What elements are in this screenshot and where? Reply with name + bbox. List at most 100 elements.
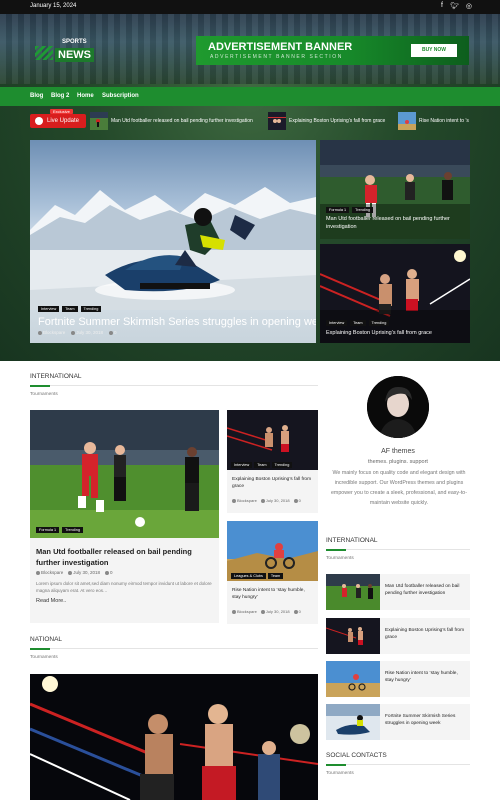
- boxing-ring-illustration: [30, 674, 318, 800]
- boxing-thumb: [326, 618, 380, 654]
- national-article-image[interactable]: [30, 674, 318, 800]
- logo-stripes: [35, 46, 53, 60]
- instagram-icon[interactable]: ◎: [466, 2, 472, 10]
- article-title[interactable]: Man Utd footballer released on bail pend…: [36, 546, 214, 568]
- ticker-thumb-3[interactable]: [398, 112, 416, 130]
- nav-item-subscription[interactable]: Subscription: [102, 93, 139, 99]
- article-excerpt: Lorem ipsum dolor sit amet,sed diam nonu…: [36, 581, 212, 593]
- author[interactable]: Blockspare: [36, 570, 63, 575]
- thumb-image: [326, 618, 380, 654]
- twitter-icon[interactable]: 🐦︎: [450, 2, 459, 10]
- sidebar-item-title[interactable]: Fortnite Summer Skirmish Series struggle…: [385, 713, 467, 727]
- author-tagline: themes. plugins. support: [368, 459, 428, 465]
- ad-title: ADVERTISEMENT BANNER: [208, 41, 353, 53]
- article-title[interactable]: Explaining Boston Uprising’s fall from g…: [232, 476, 314, 490]
- tag[interactable]: Trending: [368, 320, 390, 326]
- live-update-label: Live Update: [47, 118, 80, 124]
- tag[interactable]: Team: [62, 306, 78, 312]
- tag[interactable]: Formula 1: [326, 207, 350, 213]
- nav-item-home[interactable]: Home: [77, 93, 94, 99]
- live-dot-icon: [35, 117, 43, 125]
- comments[interactable]: 0: [293, 498, 301, 503]
- ticker-item[interactable]: Rise Nation intent to ’s: [419, 112, 469, 130]
- article-card[interactable]: Leagues & Clubs Team Rise Nation intent …: [227, 521, 318, 624]
- tag[interactable]: Interview: [326, 320, 348, 326]
- buy-now-button[interactable]: BUY NOW: [411, 44, 457, 57]
- tag[interactable]: Trending: [62, 527, 83, 533]
- comment-icon: [293, 609, 298, 614]
- user-icon: [232, 498, 236, 503]
- ticker-thumb-2[interactable]: [268, 112, 286, 130]
- comments[interactable]: 0: [109, 330, 117, 335]
- comment-icon: [293, 498, 298, 503]
- snowmobile-rider-illustration: [95, 208, 255, 300]
- tag[interactable]: Leagues & Clubs: [231, 573, 266, 579]
- date: July 30, 2018: [260, 609, 290, 614]
- sidebar-list-item[interactable]: Rise Nation intent to ‘stay humble, stay…: [326, 661, 470, 697]
- tag[interactable]: Team: [350, 320, 366, 326]
- section-divider: [30, 384, 318, 387]
- site-logo[interactable]: SPORTS NEWS: [35, 38, 94, 64]
- author-name[interactable]: AF themes: [326, 448, 470, 455]
- tag[interactable]: Formula 1: [36, 527, 60, 533]
- ticker-thumb-1[interactable]: [90, 112, 108, 130]
- tag[interactable]: Team: [254, 462, 270, 468]
- sidebar-list-item[interactable]: Man Utd footballer released on bail pend…: [326, 574, 470, 610]
- tag[interactable]: Team: [267, 573, 284, 579]
- sidebar-item-title[interactable]: Man Utd footballer released on bail pend…: [385, 583, 467, 597]
- sidebar-list-item[interactable]: Fortnite Summer Skirmish Series struggle…: [326, 704, 470, 740]
- featured-meta: Blockspare July 30, 2018 0: [38, 330, 117, 335]
- user-icon: [232, 609, 236, 614]
- logo-big-text: NEWS: [55, 48, 94, 62]
- article-card[interactable]: Formula 1 Trending Man Utd footballer re…: [30, 410, 219, 623]
- current-date: January 15, 2024: [30, 3, 77, 9]
- tag[interactable]: Interview: [231, 462, 253, 468]
- featured-tags: Interview Team Trending: [38, 306, 102, 312]
- author-avatar[interactable]: [367, 376, 429, 438]
- motocross-illustration: [227, 521, 318, 581]
- article-tags: Leagues & Clubs Team: [231, 573, 284, 579]
- tag[interactable]: Trending: [80, 306, 102, 312]
- sidebar-item-title[interactable]: Rise Nation intent to ‘stay humble, stay…: [385, 670, 467, 684]
- live-ticker: Live Update Exclusive Man Utd footballer…: [30, 109, 470, 130]
- side-card-title[interactable]: Explaining Boston Uprising’s fall from g…: [326, 329, 466, 337]
- logo-small-text: SPORTS: [62, 39, 87, 45]
- clock-icon: [260, 609, 265, 614]
- comments[interactable]: 0: [105, 570, 113, 575]
- sidebar-list-item[interactable]: Explaining Boston Uprising’s fall from g…: [326, 618, 470, 654]
- tag[interactable]: Interview: [38, 306, 60, 312]
- sidebar-item-title[interactable]: Explaining Boston Uprising’s fall from g…: [385, 627, 467, 641]
- main-nav: Blog Blog 2 Home Subscription: [0, 87, 500, 106]
- boxing-illustration: [227, 410, 318, 470]
- social-links: f 🐦︎ ◎: [441, 2, 472, 10]
- side-card-tags: Interview Team Trending: [326, 320, 390, 326]
- ticker-item[interactable]: Explaining Boston Uprising’s fall from g…: [289, 112, 385, 130]
- side-card[interactable]: Interview Team Trending Explaining Bosto…: [320, 244, 470, 343]
- read-more-link[interactable]: Read More..: [36, 598, 66, 604]
- article-card[interactable]: Interview Team Trending Explaining Bosto…: [227, 410, 318, 513]
- featured-post[interactable]: Interview Team Trending Fortnite Summer …: [30, 140, 316, 343]
- user-icon: [38, 330, 42, 335]
- article-meta: Blockspare July 30, 2018 0: [36, 570, 113, 575]
- facebook-icon[interactable]: f: [441, 2, 443, 10]
- side-card[interactable]: Formula 1 Trending Man Utd footballer re…: [320, 140, 470, 239]
- nav-item-blog[interactable]: Blog: [30, 93, 43, 99]
- side-card-title[interactable]: Man Utd footballer released on bail pend…: [326, 215, 466, 231]
- side-card-tags: Formula 1 Trending: [326, 207, 373, 213]
- ticker-item[interactable]: Man Utd footballer released on bail pend…: [111, 112, 253, 130]
- user-icon: [36, 570, 40, 575]
- tag[interactable]: Trending: [352, 207, 373, 213]
- comments[interactable]: 0: [293, 609, 301, 614]
- comment-icon: [105, 570, 110, 575]
- featured-title[interactable]: Fortnite Summer Skirmish Series struggle…: [38, 316, 316, 328]
- tag[interactable]: Trending: [271, 462, 293, 468]
- article-tags: Formula 1 Trending: [36, 527, 83, 533]
- author[interactable]: Blockspare: [232, 498, 257, 503]
- snowmobile-thumb: [326, 704, 380, 740]
- advertisement-banner[interactable]: ADVERTISEMENT BANNER ADVERTISEMENT BANNE…: [196, 36, 469, 65]
- nav-item-blog-2[interactable]: Blog 2: [51, 93, 69, 99]
- author[interactable]: Blockspare: [232, 609, 257, 614]
- author[interactable]: Blockspare: [38, 330, 65, 335]
- clock-icon: [71, 330, 76, 335]
- article-title[interactable]: Rise Nation intent to ‘stay humble, stay…: [232, 587, 314, 601]
